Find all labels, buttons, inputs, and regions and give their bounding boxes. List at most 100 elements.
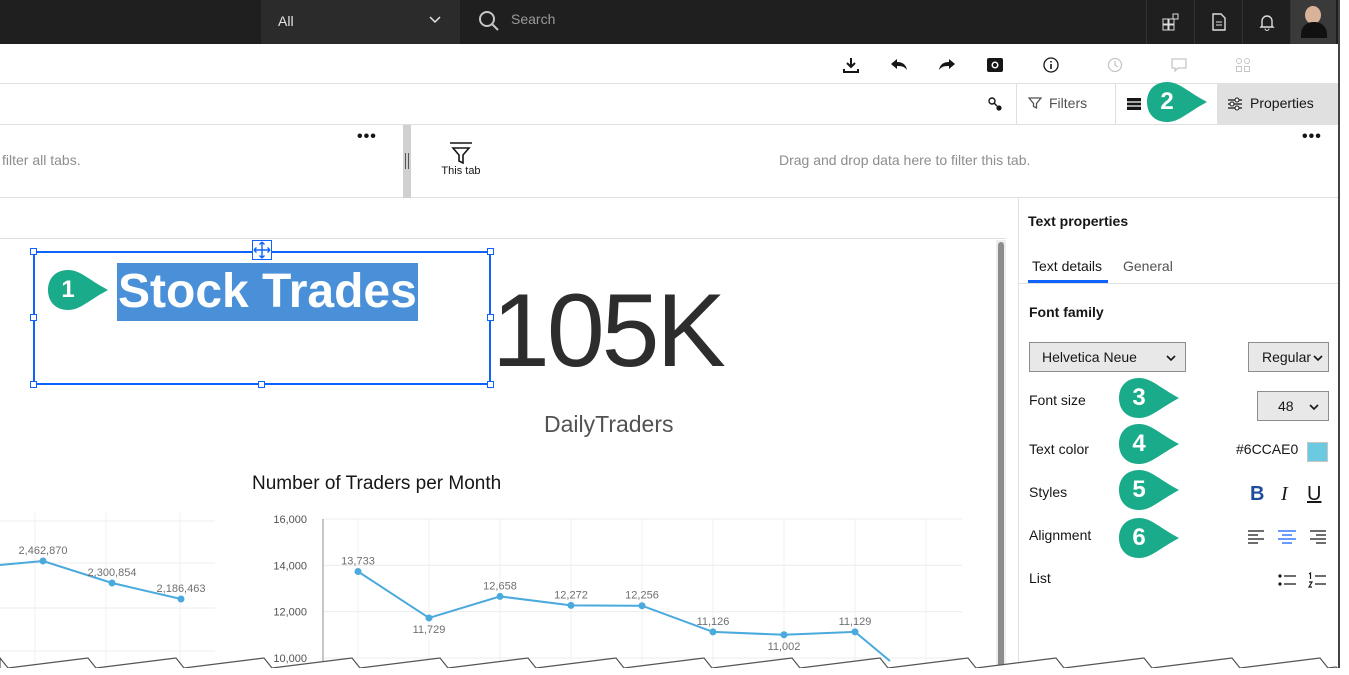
data-label: 2,186,463 (157, 583, 206, 595)
avatar[interactable] (1290, 0, 1336, 44)
relationships-button[interactable] (984, 93, 1006, 115)
text-color-swatch[interactable] (1307, 442, 1328, 462)
resize-handle[interactable] (30, 248, 37, 255)
canvas-scrollbar[interactable] (996, 240, 1006, 668)
avatar-body (1301, 22, 1327, 38)
font-family-value: Helvetica Neue (1042, 349, 1137, 365)
document-button[interactable] (1194, 0, 1242, 44)
resize-handle[interactable] (30, 381, 37, 388)
data-point (709, 628, 717, 636)
fields-button[interactable] (1123, 93, 1145, 115)
font-size-select[interactable]: 48 (1257, 391, 1329, 421)
active-tab-indicator (1028, 280, 1108, 283)
data-label: 12,256 (625, 590, 659, 602)
filter-area: filter all tabs. ••• This tab Drag and d… (0, 125, 1338, 198)
more-options-icon[interactable]: ••• (357, 128, 377, 146)
search-input[interactable]: Search (461, 0, 1145, 44)
series-line (357, 570, 891, 662)
redo-icon (939, 59, 955, 70)
callout-1: 1 (46, 268, 110, 312)
data-point (496, 592, 504, 600)
chart-title: Number of Traders per Month (252, 473, 502, 494)
properties-label: Properties (1250, 95, 1314, 111)
resize-handle[interactable] (258, 381, 265, 388)
data-label: 12,272 (554, 589, 588, 601)
shapes-icon (1236, 58, 1250, 72)
resize-handle[interactable] (30, 314, 37, 321)
filters-label: Filters (1049, 95, 1088, 111)
panel-title: Text properties (1028, 213, 1129, 229)
move-handle[interactable] (252, 240, 272, 260)
y-tick-label: 14,000 (273, 560, 307, 572)
underline-button[interactable]: U (1307, 483, 1321, 506)
filter-splitter[interactable] (403, 125, 411, 198)
line-charts[interactable]: 16,00014,00012,00010,00013,73311,72912,6… (0, 503, 996, 668)
text-color-label: Text color (1029, 441, 1089, 457)
app-switcher-icon (1162, 13, 1178, 31)
font-family-heading: Font family (1029, 304, 1104, 320)
tab-text-details[interactable]: Text details (1032, 258, 1102, 274)
comments-button[interactable] (1168, 54, 1190, 76)
filters-button[interactable]: Filters (1016, 84, 1116, 124)
data-label: 2,462,870 (19, 545, 68, 557)
redo-button[interactable] (936, 54, 958, 76)
tab-filter-drop-zone[interactable]: Drag and drop data here to filter this t… (779, 152, 1030, 168)
top-navigation-bar: All Search (0, 0, 1338, 44)
download-icon (843, 58, 859, 73)
font-size-label: Font size (1029, 392, 1086, 408)
resize-handle[interactable] (487, 248, 494, 255)
font-family-select[interactable]: Helvetica Neue (1029, 342, 1186, 372)
align-right-icon[interactable] (1307, 529, 1327, 545)
history-button[interactable] (1104, 54, 1126, 76)
bullet-list-icon[interactable] (1277, 572, 1297, 588)
data-table-icon (1127, 98, 1141, 110)
info-button[interactable] (1040, 54, 1062, 76)
data-point (567, 601, 575, 609)
align-center-icon[interactable] (1277, 529, 1297, 545)
search-icon (479, 11, 499, 31)
dashboard-canvas[interactable]: Stock Trades 105K DailyTraders Number of… (0, 198, 1008, 668)
numbered-list-icon[interactable] (1307, 572, 1327, 588)
title-text-widget[interactable]: Stock Trades (117, 263, 418, 321)
chevron-down-icon (429, 16, 441, 24)
text-color-value[interactable]: #6CCAE0 (1236, 441, 1298, 457)
screenshot-button[interactable] (984, 54, 1006, 76)
torn-edge (0, 657, 1338, 668)
relationship-icon (988, 97, 1002, 111)
alignment-label: Alignment (1029, 527, 1092, 543)
filter-icon (450, 142, 472, 164)
more-options-icon[interactable]: ••• (1302, 128, 1322, 146)
camera-icon (987, 58, 1003, 72)
data-label: 11,126 (697, 616, 730, 628)
switcher-button[interactable] (1146, 0, 1194, 44)
data-point (108, 579, 116, 587)
kpi-value: 105K (492, 273, 726, 389)
canvas-top-divider (0, 238, 1006, 239)
tab-general[interactable]: General (1123, 258, 1173, 274)
properties-button[interactable]: Properties (1217, 84, 1338, 124)
callout-2: 2 (1145, 80, 1209, 124)
top-bar-icons (1146, 0, 1336, 44)
kpi-label: DailyTraders (544, 411, 674, 437)
info-icon (1043, 57, 1059, 73)
scrollbar-thumb[interactable] (998, 242, 1004, 668)
data-label: 11,129 (839, 616, 872, 628)
download-button[interactable] (840, 54, 862, 76)
data-point (425, 614, 433, 622)
data-label: 2,300,854 (88, 567, 137, 579)
chevron-down-icon (1312, 352, 1324, 364)
this-tab-filter-label: This tab (436, 142, 486, 177)
bold-button[interactable]: B (1250, 483, 1264, 506)
font-weight-select[interactable]: Regular (1248, 342, 1329, 372)
data-label: 12,658 (483, 580, 517, 592)
italic-button[interactable]: I (1281, 483, 1288, 506)
history-icon (1107, 57, 1123, 73)
undo-icon (891, 59, 907, 70)
notifications-button[interactable] (1242, 0, 1290, 44)
undo-button[interactable] (888, 54, 910, 76)
shapes-button[interactable] (1232, 54, 1254, 76)
data-point (39, 557, 47, 565)
search-scope-dropdown[interactable]: All (261, 0, 460, 44)
align-left-icon[interactable] (1247, 529, 1267, 545)
all-tabs-filter-drop: filter all tabs. (2, 152, 81, 168)
